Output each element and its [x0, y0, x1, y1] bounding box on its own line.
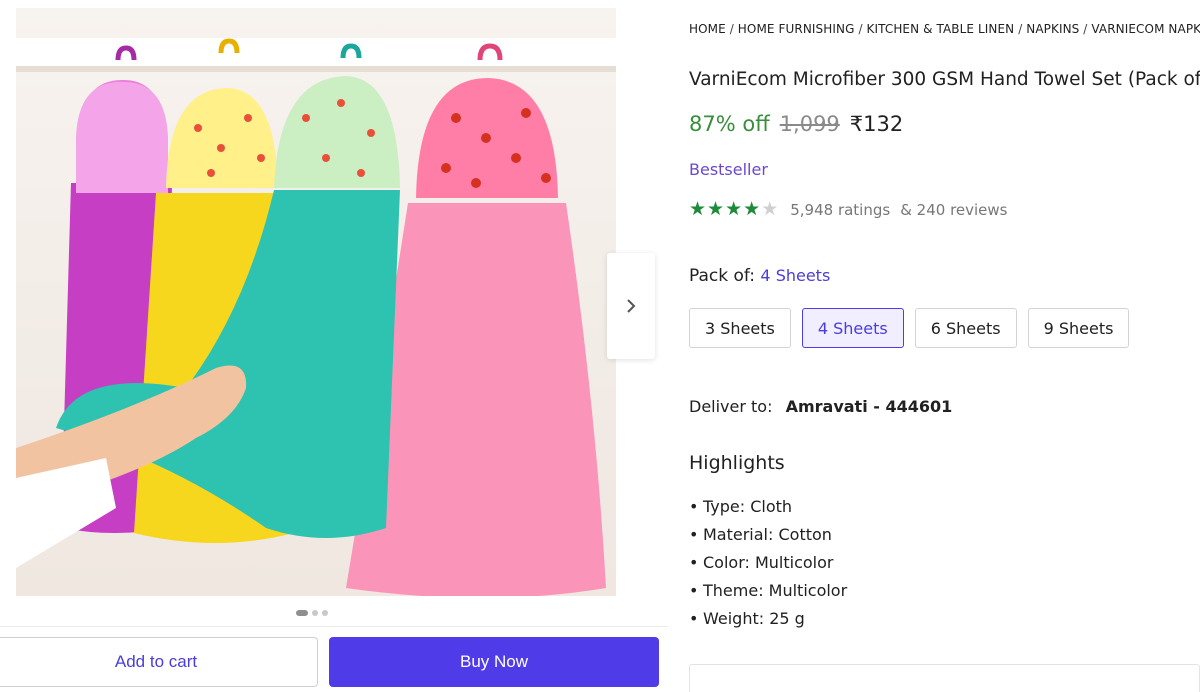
list-item: • Color: Multicolor [689, 553, 834, 572]
rating-summary[interactable]: ★ ★ ★ ★ ★ 5,948 ratings & 240 reviews [689, 200, 1008, 219]
pack-option-9-sheets[interactable]: 9 Sheets [1027, 308, 1130, 348]
breadcrumb-item[interactable]: KITCHEN & TABLE LINEN [867, 22, 1015, 36]
pagination-dot[interactable] [312, 610, 318, 616]
product-title: VarniEcom Microfiber 300 GSM Hand Towel … [689, 69, 1200, 90]
discount-label: 87% off [689, 112, 770, 136]
star-icon: ★ [743, 198, 761, 220]
highlights-list: • Type: Cloth • Material: Cotton • Color: M… [689, 496, 847, 636]
delivery-address[interactable]: Amravati - 444601 [786, 397, 953, 416]
towels-illustration [16, 8, 616, 596]
deliver-to-label: Deliver to: [689, 397, 773, 416]
original-price: 1,099 [779, 112, 840, 136]
breadcrumb-item[interactable]: HOME FURNISHING [738, 22, 855, 36]
pack-size-label: Pack of: 4 Sheets [689, 266, 831, 286]
next-image-button[interactable] [607, 253, 655, 359]
highlights-heading: Highlights [689, 452, 785, 474]
star-rating: ★ ★ ★ ★ ★ [689, 200, 778, 219]
star-icon: ★ [707, 198, 725, 220]
bestseller-badge: Bestseller [689, 160, 768, 179]
add-to-cart-button[interactable]: Add to cart [0, 637, 318, 687]
pack-size-selected: 4 Sheets [760, 266, 831, 285]
delivery-location: Deliver to: Amravati - 444601 [689, 397, 952, 416]
chevron-right-icon [627, 299, 636, 313]
pack-option-3-sheets[interactable]: 3 Sheets [689, 308, 791, 348]
price-row: 87% off 1,099 ₹132 [689, 112, 903, 136]
product-gallery: Add to cart Buy Now [0, 0, 668, 692]
pack-size-options: 3 Sheets 4 Sheets 6 Sheets 9 Sheets [689, 308, 1130, 348]
breadcrumb-item[interactable]: HOME [689, 22, 726, 36]
list-item: • Type: Cloth [689, 497, 793, 516]
divider [0, 626, 668, 627]
next-section-card [689, 664, 1200, 692]
ratings-count: 5,948 ratings [790, 200, 891, 219]
list-item: • Weight: 25 g [689, 609, 805, 628]
breadcrumb: HOME / HOME FURNISHING / KITCHEN & TABLE… [689, 22, 1200, 36]
product-image[interactable] [16, 8, 616, 596]
selling-price: ₹132 [849, 112, 904, 136]
buy-now-button[interactable]: Buy Now [329, 637, 659, 687]
star-icon: ★ [761, 198, 779, 220]
pack-option-6-sheets[interactable]: 6 Sheets [914, 308, 1017, 348]
breadcrumb-item[interactable]: NAPKINS [1026, 22, 1079, 36]
star-icon: ★ [689, 198, 707, 220]
star-icon: ★ [725, 198, 743, 220]
reviews-count: & 240 reviews [900, 200, 1008, 219]
pagination-dot[interactable] [322, 610, 328, 616]
list-item: • Theme: Multicolor [689, 581, 848, 600]
pagination-dot[interactable] [296, 610, 308, 616]
pack-option-4-sheets[interactable]: 4 Sheets [801, 308, 904, 348]
product-details: HOME / HOME FURNISHING / KITCHEN & TABLE… [689, 0, 1200, 692]
breadcrumb-item[interactable]: VARNIECOM NAPKINS [1091, 22, 1200, 36]
image-pagination [296, 610, 328, 616]
list-item: • Material: Cotton [689, 525, 832, 544]
